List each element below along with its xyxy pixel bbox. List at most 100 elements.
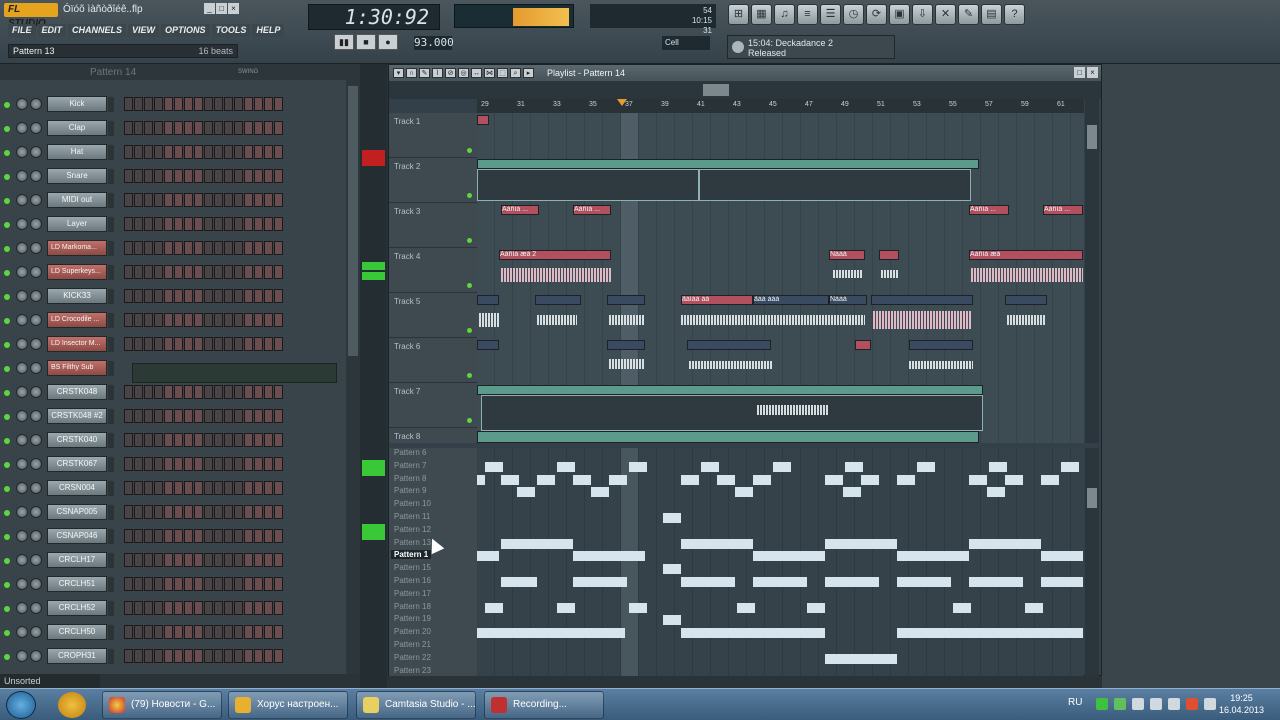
menu-options[interactable]: OPTIONS bbox=[161, 24, 210, 37]
pan-knob[interactable] bbox=[16, 554, 28, 566]
step-button[interactable] bbox=[134, 601, 143, 615]
step-button[interactable] bbox=[274, 313, 283, 327]
stop-button[interactable]: ■ bbox=[356, 34, 376, 50]
delete-icon[interactable]: ⊘ bbox=[445, 68, 456, 78]
pattern-block[interactable] bbox=[825, 577, 879, 587]
step-button[interactable] bbox=[204, 97, 213, 111]
pencil-icon[interactable]: ✎ bbox=[419, 68, 430, 78]
step-button[interactable] bbox=[164, 481, 173, 495]
volume-knob[interactable] bbox=[30, 122, 42, 134]
start-button[interactable] bbox=[6, 691, 36, 719]
channel-row[interactable]: CSNAP046 bbox=[0, 526, 345, 550]
step-button[interactable] bbox=[174, 433, 183, 447]
step-button[interactable] bbox=[194, 625, 203, 639]
step-button[interactable] bbox=[174, 265, 183, 279]
menu-file[interactable]: FILE bbox=[8, 24, 36, 37]
step-button[interactable] bbox=[204, 553, 213, 567]
step-button[interactable] bbox=[184, 313, 193, 327]
step-button[interactable] bbox=[194, 337, 203, 351]
pan-knob[interactable] bbox=[16, 578, 28, 590]
step-button[interactable] bbox=[174, 601, 183, 615]
pattern-block[interactable] bbox=[735, 487, 753, 498]
step-button[interactable] bbox=[264, 649, 273, 663]
clip[interactable]: Äåñìà ... bbox=[969, 205, 1009, 215]
step-button[interactable] bbox=[224, 313, 233, 327]
step-button[interactable] bbox=[224, 409, 233, 423]
step-button[interactable] bbox=[124, 409, 133, 423]
step-button[interactable] bbox=[204, 409, 213, 423]
step-button[interactable] bbox=[254, 529, 263, 543]
step-button[interactable] bbox=[194, 649, 203, 663]
step-button[interactable] bbox=[154, 169, 163, 183]
channel-led[interactable] bbox=[4, 390, 10, 396]
step-button[interactable] bbox=[164, 289, 173, 303]
clip[interactable] bbox=[477, 115, 489, 125]
tempo-display[interactable]: 93.000 bbox=[414, 36, 454, 50]
step-button[interactable] bbox=[194, 529, 203, 543]
step-button[interactable] bbox=[264, 337, 273, 351]
pattern-block[interactable] bbox=[843, 487, 861, 498]
step-button[interactable] bbox=[224, 649, 233, 663]
tray-expand-icon[interactable] bbox=[1204, 698, 1216, 710]
pattern-block[interactable] bbox=[501, 538, 573, 549]
pan-knob[interactable] bbox=[16, 170, 28, 182]
channel-led[interactable] bbox=[4, 102, 10, 108]
step-button[interactable] bbox=[234, 457, 243, 471]
step-button[interactable] bbox=[194, 553, 203, 567]
pan-knob[interactable] bbox=[16, 410, 28, 422]
channel-led[interactable] bbox=[4, 510, 10, 516]
step-button[interactable] bbox=[154, 265, 163, 279]
step-button[interactable] bbox=[144, 577, 153, 591]
step-button[interactable] bbox=[204, 385, 213, 399]
pattern-selector[interactable]: Pattern 13 16 beats bbox=[8, 44, 238, 58]
clip[interactable] bbox=[607, 340, 645, 350]
channel-led[interactable] bbox=[4, 558, 10, 564]
pattern-label[interactable]: Pattern 1 bbox=[391, 550, 432, 560]
pan-knob[interactable] bbox=[16, 362, 28, 374]
channel-led[interactable] bbox=[4, 654, 10, 660]
pattern-block[interactable] bbox=[773, 461, 791, 472]
clock[interactable]: 19:25 16.04.2013 bbox=[1219, 692, 1264, 716]
track-mute-led[interactable] bbox=[467, 283, 472, 288]
step-button[interactable] bbox=[174, 649, 183, 663]
playlist-vscroll[interactable] bbox=[1085, 99, 1099, 443]
volume-knob[interactable] bbox=[30, 386, 42, 398]
volume-knob[interactable] bbox=[30, 650, 42, 662]
step-button[interactable] bbox=[274, 385, 283, 399]
step-button[interactable] bbox=[124, 505, 133, 519]
step-button[interactable] bbox=[124, 385, 133, 399]
step-button[interactable] bbox=[264, 433, 273, 447]
step-button[interactable] bbox=[134, 121, 143, 135]
pattern-block[interactable] bbox=[953, 602, 971, 613]
timeline-ruler[interactable]: 29 31 33 35 37 39 41 43 45 47 49 51 53 55 57 59 61 bbox=[477, 99, 1084, 113]
channel-name-button[interactable]: CRCLH51 bbox=[47, 576, 107, 592]
step-button[interactable] bbox=[214, 481, 223, 495]
step-button[interactable] bbox=[234, 241, 243, 255]
step-button[interactable] bbox=[194, 313, 203, 327]
step-button[interactable] bbox=[184, 289, 193, 303]
step-button[interactable] bbox=[124, 433, 133, 447]
pattern-block[interactable] bbox=[897, 577, 951, 587]
clip[interactable] bbox=[535, 295, 581, 305]
step-button[interactable] bbox=[214, 313, 223, 327]
step-button[interactable] bbox=[204, 337, 213, 351]
step-button[interactable] bbox=[214, 169, 223, 183]
step-button[interactable] bbox=[134, 505, 143, 519]
clip[interactable] bbox=[477, 431, 979, 443]
step-button[interactable] bbox=[164, 409, 173, 423]
mute-icon[interactable]: ◎ bbox=[458, 68, 469, 78]
step-button[interactable] bbox=[154, 457, 163, 471]
step-button[interactable] bbox=[194, 601, 203, 615]
step-button[interactable] bbox=[244, 97, 253, 111]
step-button[interactable] bbox=[244, 601, 253, 615]
step-button[interactable] bbox=[134, 337, 143, 351]
pattern-block[interactable] bbox=[897, 628, 1083, 639]
network-icon[interactable] bbox=[1132, 698, 1144, 710]
track-mute-led[interactable] bbox=[467, 193, 472, 198]
step-button[interactable] bbox=[224, 577, 233, 591]
channel-name-button[interactable]: CSNAP005 bbox=[47, 504, 107, 520]
step-button[interactable] bbox=[234, 217, 243, 231]
volume-knob[interactable] bbox=[30, 578, 42, 590]
pattern-block[interactable] bbox=[1041, 577, 1083, 587]
step-button[interactable] bbox=[234, 481, 243, 495]
